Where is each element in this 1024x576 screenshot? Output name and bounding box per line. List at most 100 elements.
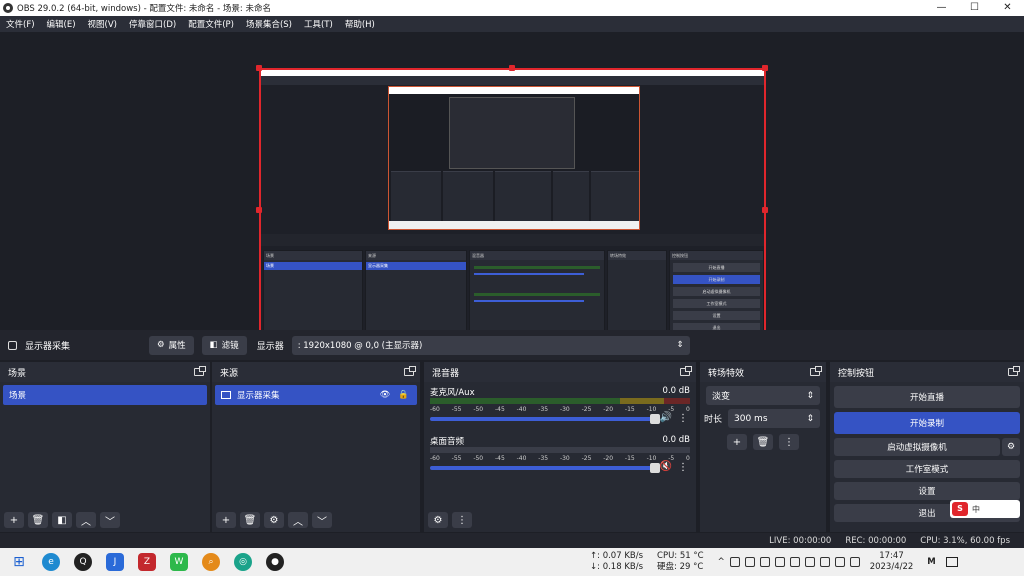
search-app-icon[interactable]: ⌕ [202,553,220,571]
qq-icon[interactable]: Q [74,553,92,571]
preview-canvas[interactable]: 场景 场景 来源 显示器采集 混音器 转场特效 控制按钮 开始直播 开始录制 启… [259,68,766,353]
source-properties-button[interactable]: ⚙ [264,512,284,528]
add-source-button[interactable]: + [216,512,236,528]
menu-dots-icon[interactable]: ⋮ [678,462,688,473]
tray-icon[interactable] [729,557,740,567]
lock-icon[interactable]: 🔒 [398,390,409,400]
menu-edit[interactable]: 编辑(E) [47,18,76,30]
filter-icon: ◧ [209,340,218,350]
monitor-icon [8,340,17,350]
remove-scene-button[interactable]: 🗑 [28,512,48,528]
gear-icon: ⚙ [157,340,165,350]
transition-select[interactable]: 淡变 ⇕ [706,386,820,405]
wifi-icon[interactable] [789,557,800,567]
mixer-menu-button[interactable]: ⋮ [452,512,472,528]
mixer-dock: 混音器 麦克风/Aux 0.0 dB -60 -55 -50 -45 -40 -35 -30… [424,362,698,532]
maximize-button[interactable]: ☐ [958,0,991,16]
monitor-icon [221,391,231,399]
magnifier-app-icon[interactable]: ◎ [234,553,252,571]
tray-icon[interactable] [759,557,770,567]
close-button[interactable]: ✕ [991,0,1024,16]
resize-handle-tr[interactable] [762,65,768,71]
start-virtual-camera-button[interactable]: 启动虚拟摄像机 [834,438,1000,456]
app-j-icon[interactable]: J [106,553,124,571]
ime-m-icon[interactable]: M [927,557,935,567]
volume-slider[interactable] [430,414,660,424]
move-down-button[interactable]: ﹀ [312,512,332,528]
menu-tools[interactable]: 工具(T) [304,18,333,30]
menu-view[interactable]: 视图(V) [88,18,117,30]
display-select[interactable]: : 1920x1080 @ 0,0 (主显示器) ⇕ [291,335,690,355]
settings-button[interactable]: 设置 [834,482,1020,500]
tray-icon[interactable] [774,557,785,567]
muted-speaker-icon[interactable]: 🔇 [660,461,672,472]
undock-icon[interactable] [810,366,822,376]
resize-handle-left[interactable] [256,207,262,213]
notification-icon[interactable] [945,557,958,567]
mixer-title: 混音器 [432,368,460,379]
channel-name: 桌面音频 [430,437,465,447]
cpu-status: CPU: 3.1%, 60.00 fps [920,535,1010,546]
move-up-button[interactable]: ︿ [76,512,96,528]
source-item[interactable]: 显示器采集 👁 🔒 [215,385,417,405]
clock[interactable]: 17:47 2023/4/22 [870,551,914,573]
menu-profile[interactable]: 配置文件(P) [188,18,234,30]
add-transition-button[interactable]: + [727,434,747,450]
properties-button[interactable]: ⚙ 属性 [149,335,194,355]
virtual-camera-settings-icon[interactable]: ⚙ [1002,438,1020,456]
menu-file[interactable]: 文件(F) [6,18,35,30]
speaker-icon[interactable]: 🔊 [660,412,672,423]
move-down-button[interactable]: ﹀ [100,512,120,528]
eye-icon[interactable]: 👁 [380,390,391,400]
updown-icon: ⇕ [806,390,814,401]
start-recording-button[interactable]: 开始录制 [834,412,1020,434]
minimize-button[interactable]: — [925,0,958,16]
resize-handle-top[interactable] [509,65,515,71]
meter-ticks: -60 -55 -50 -45 -40 -35 -30 -25 -20 -15 -10 -5 0 [430,455,690,462]
wechat-icon[interactable]: W [170,553,188,571]
studio-mode-button[interactable]: 工作室模式 [834,460,1020,478]
filters-button[interactable]: ◧ 滤镜 [201,335,247,355]
window-title: OBS 29.0.2 (64-bit, windows) - 配置文件: 未命名… [17,4,271,14]
menu-help[interactable]: 帮助(H) [345,18,375,30]
volume-icon[interactable] [804,557,815,567]
advanced-audio-button[interactable]: ⚙ [428,512,448,528]
disk-temp: 硬盘: 29 °C [657,562,704,572]
nested-preview [388,86,640,230]
chevron-up-icon[interactable]: ^ [718,557,725,567]
scene-filters-button[interactable]: ◧ [52,512,72,528]
remove-source-button[interactable]: 🗑 [240,512,260,528]
start-streaming-button[interactable]: 开始直播 [834,386,1020,408]
scene-item[interactable]: 场景 [3,385,207,405]
sources-title: 来源 [220,368,239,379]
transitions-title: 转场特效 [708,368,745,379]
remove-transition-button[interactable]: 🗑 [753,434,773,450]
transition-menu-button[interactable]: ⋮ [779,434,799,450]
mixer-channel-desktop: 桌面音频 0.0 dB -60 -55 -50 -45 -40 -35 -30 -25 -20-… [424,435,696,473]
tray-icon[interactable] [834,557,845,567]
undock-icon[interactable] [194,366,206,376]
app-z-icon[interactable]: Z [138,553,156,571]
undock-icon[interactable] [1008,366,1020,376]
move-up-button[interactable]: ︿ [288,512,308,528]
add-scene-button[interactable]: + [4,512,24,528]
mixer-channel-mic: 麦克风/Aux 0.0 dB -60 -55 -50 -45 -40 -35 -30 -25-… [424,386,696,424]
menu-dots-icon[interactable]: ⋮ [678,413,688,424]
windows-start-icon[interactable]: ⊞ [10,553,28,571]
menu-bar: 文件(F) 编辑(E) 视图(V) 停靠窗口(D) 配置文件(P) 场景集合(S… [0,16,1024,32]
resize-handle-right[interactable] [762,207,768,213]
ime-toolbar[interactable]: S 中 [950,500,1020,518]
duration-spinbox[interactable]: 300 ms ⇕ [728,409,820,428]
battery-icon[interactable] [819,557,830,567]
volume-slider[interactable] [430,463,660,473]
tray-icon[interactable] [849,557,860,567]
preview-area[interactable]: 场景 场景 来源 显示器采集 混音器 转场特效 控制按钮 开始直播 开始录制 启… [0,32,1024,355]
resize-handle-tl[interactable] [256,65,262,71]
obs-taskbar-icon[interactable]: ● [266,553,284,571]
undock-icon[interactable] [404,366,416,376]
menu-scene-collection[interactable]: 场景集合(S) [246,18,292,30]
menu-docks[interactable]: 停靠窗口(D) [129,18,176,30]
undock-icon[interactable] [680,366,692,376]
edge-icon[interactable]: e [42,553,60,571]
tray-icon[interactable] [744,557,755,567]
